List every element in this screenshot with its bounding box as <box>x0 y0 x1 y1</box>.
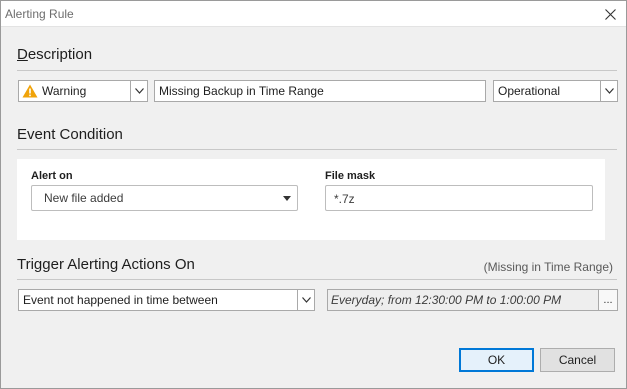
category-combo[interactable]: Operational <box>493 80 618 102</box>
event-condition-panel: Alert on New file added File mask *.7z <box>17 159 605 240</box>
category-dropdown-button[interactable] <box>600 81 617 101</box>
warning-triangle-icon <box>19 84 38 98</box>
alert-on-select[interactable]: New file added <box>31 185 298 211</box>
severity-dropdown-button[interactable] <box>130 81 147 101</box>
schedule-field[interactable]: Everyday; from 12:30:00 PM to 1:00:00 PM… <box>327 289 618 311</box>
file-mask-label: File mask <box>325 170 376 182</box>
ok-button[interactable]: OK <box>459 348 534 372</box>
trigger-hint: (Missing in Time Range) <box>483 260 613 274</box>
trigger-condition-value: Event not happened in time between <box>23 293 218 307</box>
severity-combo[interactable]: Warning <box>18 80 148 102</box>
rule-name-input[interactable]: Missing Backup in Time Range <box>154 80 486 102</box>
close-button[interactable] <box>600 4 620 24</box>
event-condition-heading: Event Condition <box>17 126 123 143</box>
cancel-button[interactable]: Cancel <box>540 348 615 372</box>
caret-down-icon <box>277 195 297 201</box>
category-value: Operational <box>498 84 561 98</box>
chevron-down-icon <box>604 88 614 94</box>
alerting-rule-dialog: Alerting Rule Description Warning Missin… <box>0 0 627 389</box>
chevron-down-icon <box>134 88 144 94</box>
trigger-divider <box>17 279 617 280</box>
title-bar: Alerting Rule <box>1 1 626 27</box>
trigger-condition-combo[interactable]: Event not happened in time between <box>18 289 315 311</box>
schedule-value: Everyday; from 12:30:00 PM to 1:00:00 PM <box>331 293 562 307</box>
close-icon <box>604 8 616 20</box>
alert-on-value: New file added <box>44 191 124 205</box>
description-heading-rest: escription <box>27 46 93 63</box>
chevron-down-icon <box>301 297 311 303</box>
alert-on-label: Alert on <box>31 170 73 182</box>
file-mask-input[interactable]: *.7z <box>325 185 593 211</box>
schedule-browse-button[interactable]: ... <box>598 290 617 310</box>
trigger-heading: Trigger Alerting Actions On <box>17 256 195 273</box>
window-title: Alerting Rule <box>5 7 74 21</box>
severity-value: Warning <box>42 84 87 98</box>
description-divider <box>17 70 617 71</box>
trigger-condition-dropdown-button[interactable] <box>297 290 314 310</box>
description-heading: Description <box>17 46 92 63</box>
description-heading-accesskey: D <box>17 46 28 63</box>
event-condition-divider <box>17 149 617 150</box>
